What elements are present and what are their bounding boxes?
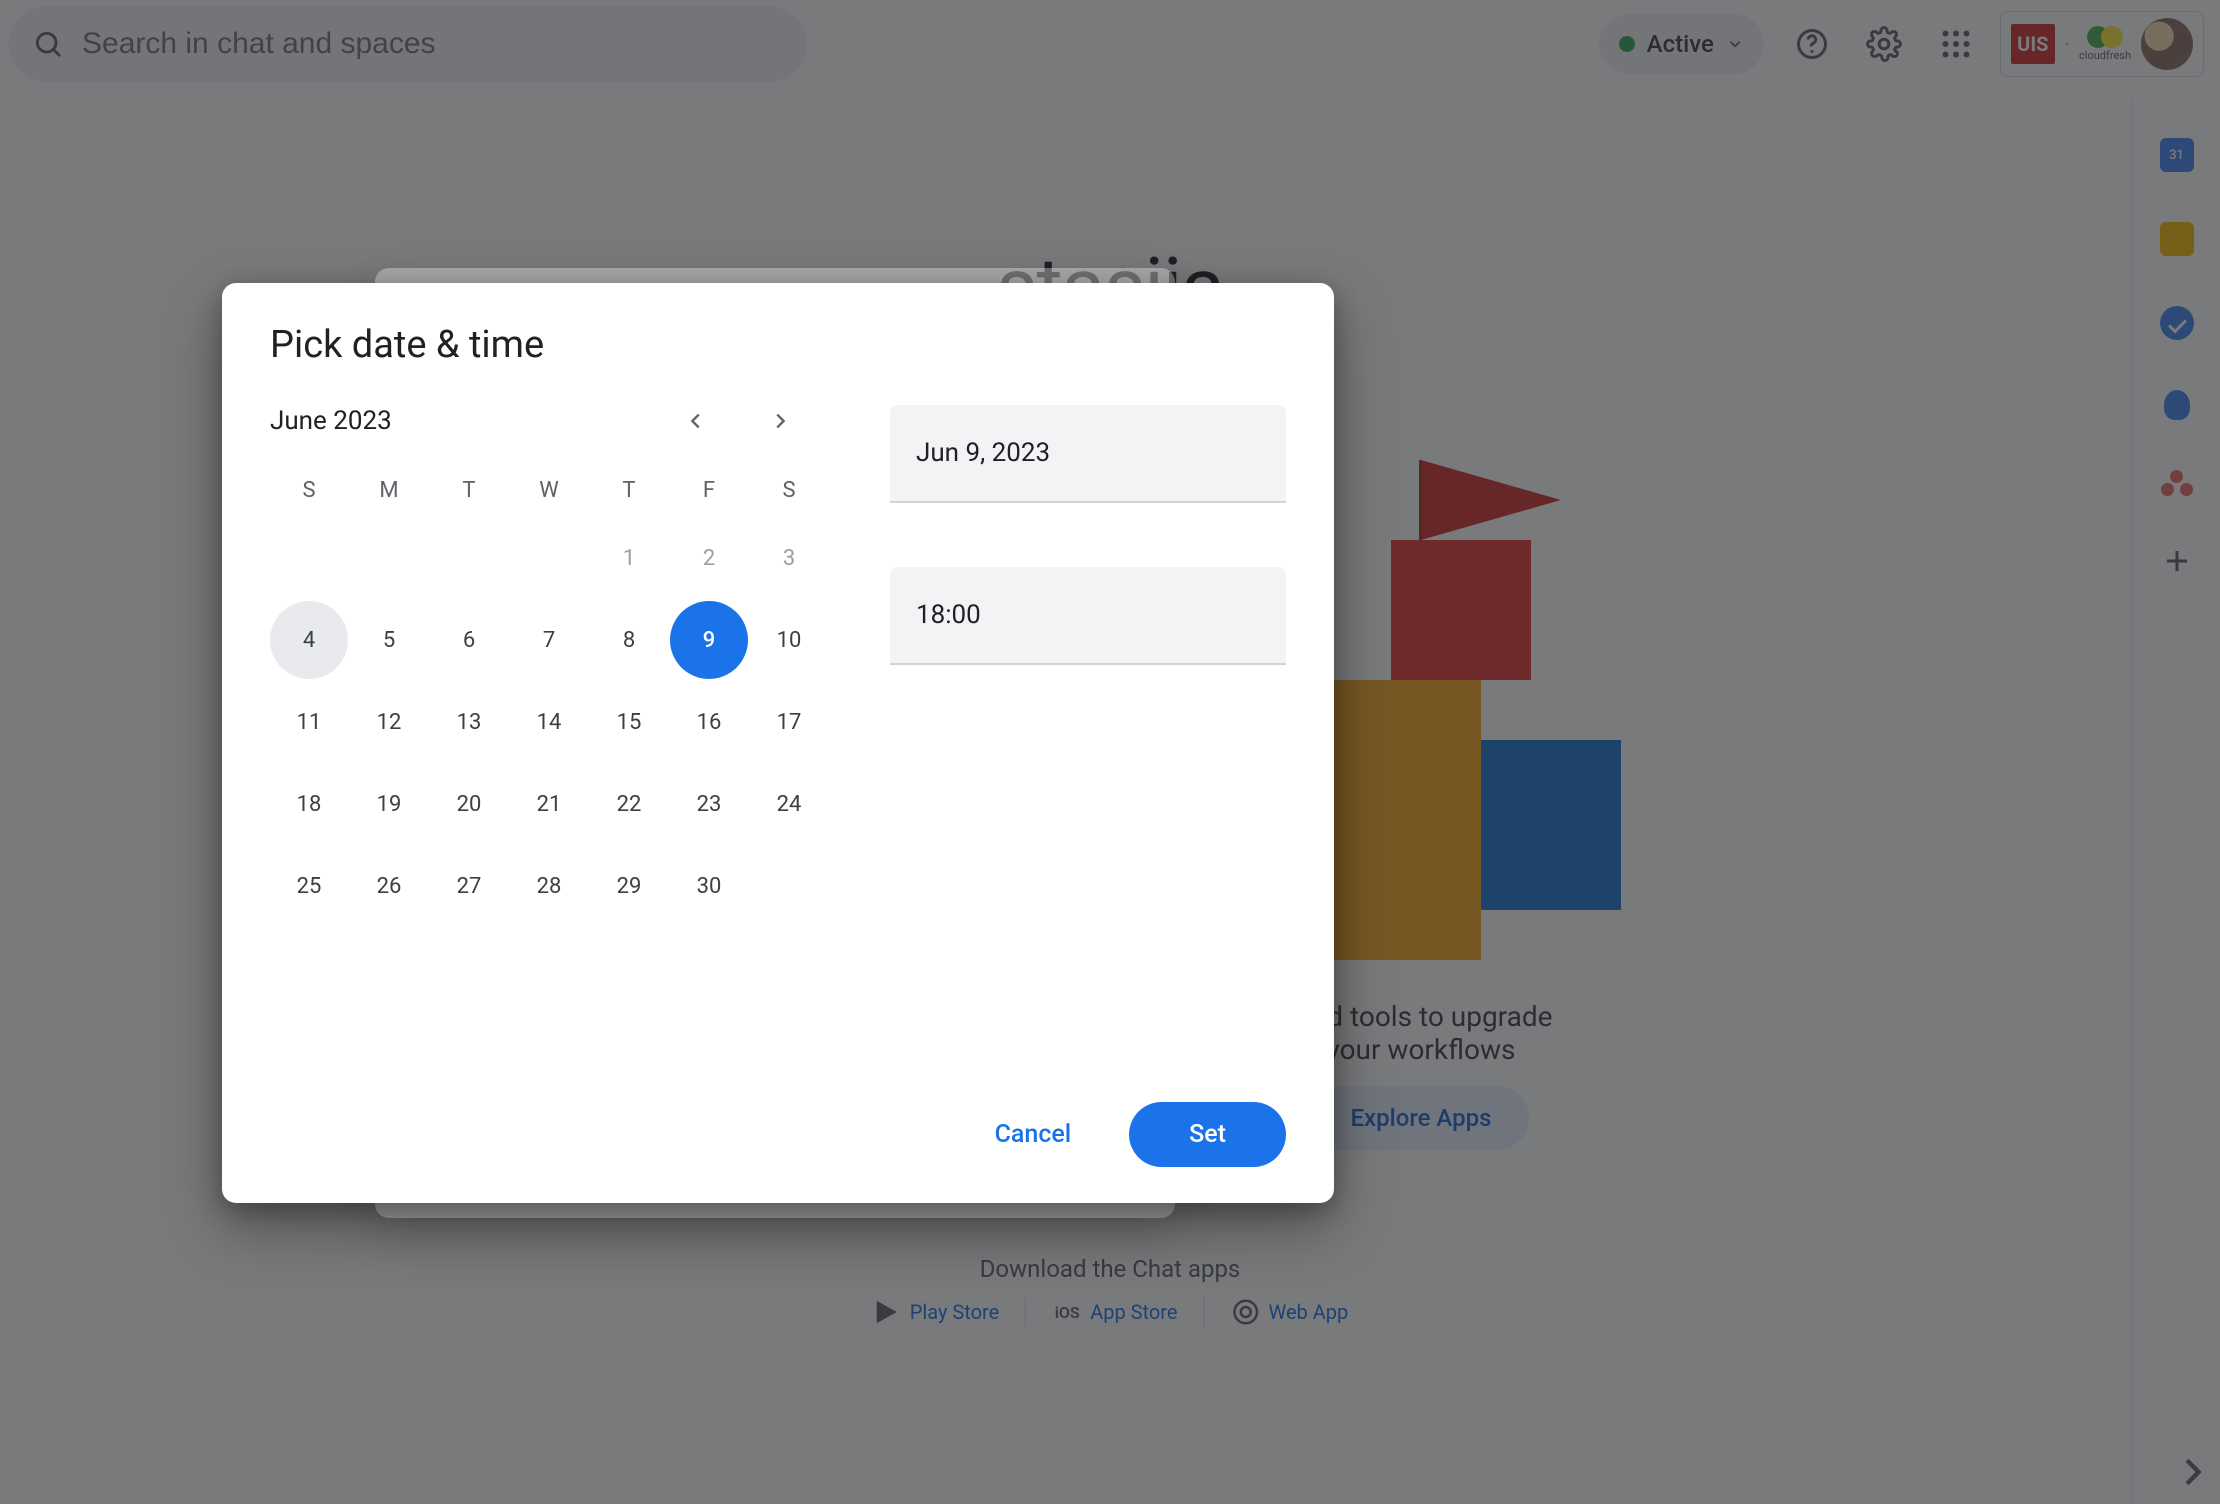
calendar-day[interactable]: 26 [350,847,428,925]
calendar-month-label: June 2023 [270,406,392,436]
dialog-title: Pick date & time [270,323,1286,367]
calendar-day[interactable]: 3 [750,519,828,597]
calendar-day[interactable]: 18 [270,765,348,843]
calendar-day[interactable]: 10 [750,601,828,679]
calendar-day[interactable]: 5 [350,601,428,679]
calendar-day[interactable]: 22 [590,765,668,843]
calendar-day[interactable]: 12 [350,683,428,761]
calendar: June 2023 SMTWTFS12345678910111213141516… [270,401,800,1092]
datetime-picker-dialog: Pick date & time June 2023 SMTWTFS123456… [222,283,1334,1203]
date-input[interactable]: Jun 9, 2023 [890,405,1286,503]
calendar-day[interactable]: 11 [270,683,348,761]
calendar-day[interactable]: 23 [670,765,748,843]
calendar-day[interactable]: 14 [510,683,588,761]
calendar-dow: T [590,465,668,515]
calendar-day-empty [510,519,588,597]
calendar-day[interactable]: 27 [430,847,508,925]
calendar-day-empty [270,519,348,597]
calendar-day[interactable]: 8 [590,601,668,679]
next-month-button[interactable] [760,401,800,441]
calendar-day[interactable]: 24 [750,765,828,843]
calendar-day[interactable]: 13 [430,683,508,761]
calendar-dow: T [430,465,508,515]
calendar-day-empty [350,519,428,597]
calendar-day-empty [430,519,508,597]
time-input[interactable]: 18:00 [890,567,1286,665]
calendar-day[interactable]: 16 [670,683,748,761]
calendar-day[interactable]: 19 [350,765,428,843]
calendar-day[interactable]: 17 [750,683,828,761]
chevron-left-icon [685,410,707,432]
datetime-inputs: Jun 9, 2023 18:00 [890,401,1286,1092]
calendar-dow: S [270,465,348,515]
calendar-day[interactable]: 25 [270,847,348,925]
calendar-dow: S [750,465,828,515]
calendar-day[interactable]: 6 [430,601,508,679]
calendar-dow: F [670,465,748,515]
calendar-day[interactable]: 9 [670,601,748,679]
calendar-day[interactable]: 7 [510,601,588,679]
prev-month-button[interactable] [676,401,716,441]
calendar-dow: W [510,465,588,515]
cancel-button[interactable]: Cancel [961,1102,1106,1167]
calendar-day[interactable]: 21 [510,765,588,843]
calendar-day[interactable]: 30 [670,847,748,925]
calendar-day[interactable]: 29 [590,847,668,925]
calendar-day-empty [750,847,828,925]
set-button[interactable]: Set [1129,1102,1286,1167]
calendar-day[interactable]: 2 [670,519,748,597]
calendar-day[interactable]: 28 [510,847,588,925]
calendar-day[interactable]: 15 [590,683,668,761]
calendar-day[interactable]: 4 [270,601,348,679]
calendar-dow: M [350,465,428,515]
calendar-day[interactable]: 1 [590,519,668,597]
calendar-day[interactable]: 20 [430,765,508,843]
chevron-right-icon [769,410,791,432]
